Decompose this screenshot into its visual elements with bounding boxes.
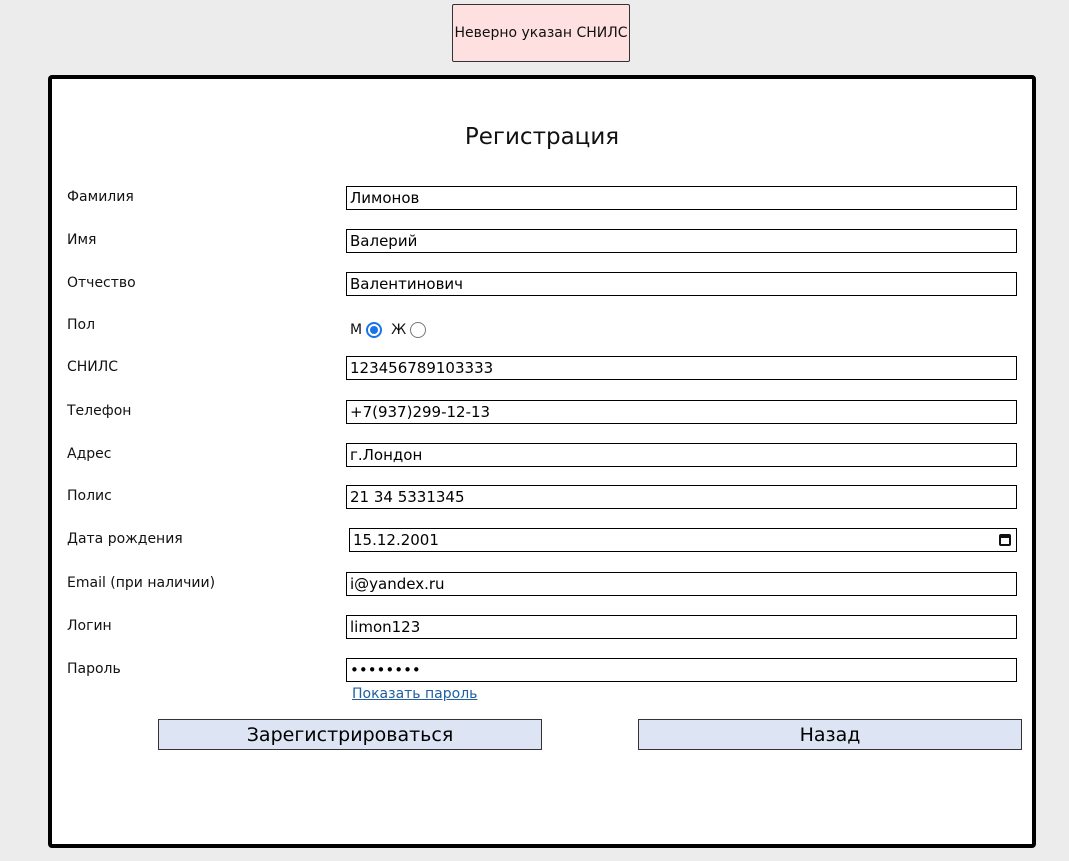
surname-label: Фамилия [67, 189, 134, 205]
login-value: limon123 [350, 618, 421, 636]
back-button[interactable]: Назад [638, 719, 1022, 750]
gender-male-radio[interactable] [366, 322, 383, 338]
email-value: i@yandex.ru [350, 575, 445, 593]
error-toast: Неверно указан СНИЛС [452, 4, 630, 62]
registration-panel: Регистрация Фамилия Лимонов Имя Валерий … [48, 75, 1036, 848]
name-input[interactable]: Валерий [346, 229, 1017, 253]
birthdate-input[interactable]: 15.12.2001 [349, 528, 1017, 552]
address-value: г.Лондон [350, 446, 423, 464]
patronymic-label: Отчество [67, 275, 136, 291]
page-title: Регистрация [464, 124, 620, 150]
patronymic-input[interactable]: Валентинович [346, 272, 1017, 296]
email-label: Email (при наличии) [67, 575, 216, 591]
calendar-icon[interactable] [999, 534, 1011, 546]
email-input[interactable]: i@yandex.ru [346, 572, 1017, 596]
snils-input[interactable]: 123456789103333 [346, 356, 1017, 380]
birthdate-value: 15.12.2001 [353, 531, 439, 549]
phone-value: +7(937)299-12-13 [350, 403, 491, 421]
address-label: Адрес [67, 446, 112, 462]
gender-radio-group: М Ж [350, 318, 435, 342]
policy-label: Полис [67, 488, 112, 504]
show-password-link[interactable]: Показать пароль [352, 686, 477, 702]
name-value: Валерий [350, 232, 418, 250]
gender-female-label: Ж [391, 322, 407, 338]
patronymic-value: Валентинович [350, 275, 464, 293]
surname-input[interactable]: Лимонов [346, 186, 1017, 210]
register-button[interactable]: Зарегистрироваться [158, 719, 542, 750]
login-input[interactable]: limon123 [346, 615, 1017, 639]
error-message: Неверно указан СНИЛС [454, 25, 628, 41]
surname-value: Лимонов [350, 189, 420, 207]
password-input[interactable]: •••••••• [346, 658, 1017, 682]
login-label: Логин [67, 618, 112, 634]
policy-input[interactable]: 21 34 5331345 [346, 485, 1017, 509]
gender-male-label: М [350, 322, 363, 338]
password-label: Пароль [67, 661, 121, 677]
address-input[interactable]: г.Лондон [346, 443, 1017, 467]
birthdate-label: Дата рождения [67, 531, 183, 547]
gender-label: Пол [67, 317, 96, 333]
phone-input[interactable]: +7(937)299-12-13 [346, 400, 1017, 424]
name-label: Имя [67, 232, 97, 248]
password-value: •••••••• [350, 661, 421, 679]
snils-label: СНИЛС [67, 359, 119, 375]
gender-female-radio[interactable] [410, 322, 427, 338]
snils-value: 123456789103333 [350, 359, 494, 377]
phone-label: Телефон [67, 403, 132, 419]
policy-value: 21 34 5331345 [350, 488, 465, 506]
